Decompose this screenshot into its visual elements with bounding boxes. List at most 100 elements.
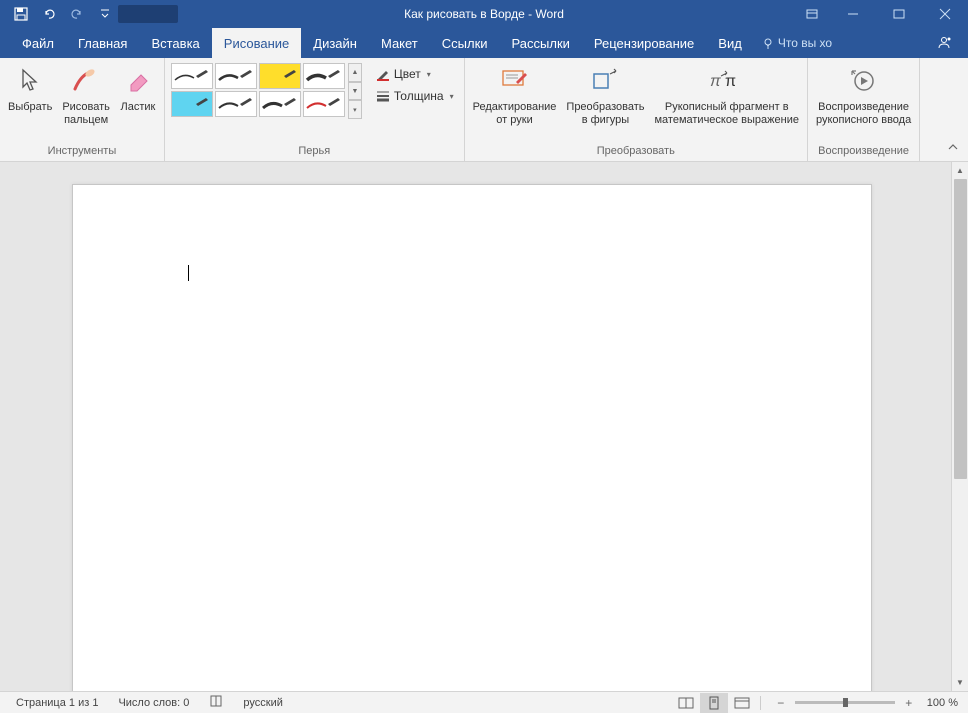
zoom-slider[interactable] (795, 701, 895, 704)
group-replay: Воспроизведение рукописного ввода Воспро… (808, 58, 920, 161)
zoom-out-button[interactable]: − (773, 695, 789, 711)
zoom-slider-thumb[interactable] (843, 698, 848, 707)
user-badge[interactable] (118, 5, 178, 23)
ink-to-shape-button[interactable]: Преобразовать в фигуры (562, 61, 648, 129)
tab-design[interactable]: Дизайн (301, 28, 369, 58)
window-title: Как рисовать в Ворде - Word (404, 7, 564, 21)
select-button[interactable]: Выбрать (4, 61, 56, 116)
box-icon (806, 8, 818, 20)
text-cursor (188, 265, 189, 281)
gallery-more-button[interactable]: ▾ (348, 100, 362, 119)
language-indicator[interactable]: русский (233, 697, 292, 709)
finger-draw-icon (72, 67, 100, 95)
gallery-down-button[interactable]: ▼ (348, 82, 362, 101)
tab-layout[interactable]: Макет (369, 28, 430, 58)
ink-to-shape-icon (590, 68, 620, 94)
tab-review[interactable]: Рецензирование (582, 28, 706, 58)
eraser-label: Ластик (120, 101, 155, 114)
tab-insert[interactable]: Вставка (139, 28, 211, 58)
tab-references[interactable]: Ссылки (430, 28, 500, 58)
close-button[interactable] (922, 0, 968, 28)
zoom-control: − + 100 % (773, 695, 962, 711)
tab-mailings[interactable]: Рассылки (500, 28, 582, 58)
minimize-button[interactable] (830, 0, 876, 28)
share-icon (936, 35, 952, 51)
pen-item-8[interactable] (303, 91, 345, 117)
gallery-scroll: ▲ ▼ ▾ (348, 63, 362, 119)
pen-item-7[interactable] (259, 91, 301, 117)
web-layout-button[interactable] (728, 693, 756, 713)
group-tools-label: Инструменты (48, 145, 117, 159)
save-icon (14, 7, 28, 21)
group-pens: ▲ ▼ ▾ Цвет ▾ Толщина ▾ Перья (165, 58, 465, 161)
maximize-button[interactable] (876, 0, 922, 28)
pen-color-button[interactable]: Цвет ▾ (370, 63, 460, 85)
pen-thickness-button[interactable]: Толщина ▾ (370, 85, 460, 107)
chevron-up-icon (948, 142, 958, 152)
ink-to-math-icon: ππ (707, 68, 747, 94)
chevron-down-icon (100, 9, 110, 19)
ink-editor-icon (500, 68, 530, 94)
gallery-up-button[interactable]: ▲ (348, 63, 362, 82)
zoom-level[interactable]: 100 % (923, 697, 962, 709)
redo-button[interactable] (64, 2, 90, 26)
pen-item-4[interactable] (303, 63, 345, 89)
print-layout-button[interactable] (700, 693, 728, 713)
tell-me-search[interactable]: Что вы хо (762, 28, 832, 58)
print-layout-icon (707, 696, 721, 710)
quick-access-toolbar (0, 2, 118, 26)
scroll-up-button[interactable]: ▲ (952, 162, 968, 179)
pen-color-label: Цвет (394, 67, 421, 81)
ribbon-display-button[interactable] (794, 0, 830, 28)
book-icon (209, 694, 223, 708)
tab-view[interactable]: Вид (706, 28, 754, 58)
share-button[interactable] (920, 28, 968, 58)
pen-item-1[interactable] (171, 63, 213, 89)
redo-icon (70, 7, 84, 21)
spellcheck-button[interactable] (199, 694, 233, 711)
view-mode-buttons (672, 693, 756, 713)
ink-replay-button[interactable]: Воспроизведение рукописного ввода (812, 61, 915, 129)
ink-editor-label: Редактирование от руки (473, 101, 557, 127)
group-tools: Выбрать Рисовать пальцем Ластик Инструме… (0, 58, 165, 161)
svg-text:π: π (710, 73, 721, 90)
tab-draw[interactable]: Рисование (212, 28, 301, 58)
vertical-scrollbar[interactable]: ▲ ▼ (951, 162, 968, 691)
pen-item-2[interactable] (215, 63, 257, 89)
pen-thickness-label: Толщина (394, 89, 444, 103)
chevron-down-icon: ▾ (450, 92, 454, 101)
titlebar: Как рисовать в Ворде - Word (0, 0, 968, 28)
ink-to-math-button[interactable]: ππ Рукописный фрагмент в математическое … (650, 61, 802, 129)
select-label: Выбрать (8, 101, 52, 114)
tab-home[interactable]: Главная (66, 28, 139, 58)
page-indicator[interactable]: Страница 1 из 1 (6, 697, 108, 709)
pen-item-5[interactable] (171, 91, 213, 117)
read-mode-button[interactable] (672, 693, 700, 713)
collapse-ribbon-button[interactable] (944, 140, 962, 157)
pen-item-3[interactable] (259, 63, 301, 89)
ink-editor-button[interactable]: Редактирование от руки (469, 61, 561, 129)
ink-replay-label: Воспроизведение рукописного ввода (816, 101, 911, 127)
save-button[interactable] (8, 2, 34, 26)
draw-finger-label: Рисовать пальцем (62, 101, 110, 127)
eraser-button[interactable]: Ластик (116, 61, 160, 116)
scroll-thumb[interactable] (954, 179, 967, 479)
ink-to-math-label: Рукописный фрагмент в математическое выр… (654, 101, 798, 127)
group-convert-label: Преобразовать (597, 145, 675, 159)
thickness-icon (376, 89, 390, 103)
undo-button[interactable] (36, 2, 62, 26)
document-page[interactable] (72, 184, 872, 691)
qat-customize-button[interactable] (92, 2, 118, 26)
arrow-cursor-icon (18, 67, 42, 95)
tab-file[interactable]: Файл (10, 28, 66, 58)
zoom-in-button[interactable]: + (901, 695, 917, 711)
svg-text:π: π (725, 73, 736, 90)
pen-color-icon (376, 67, 390, 81)
read-mode-icon (678, 697, 694, 709)
word-count[interactable]: Число слов: 0 (108, 697, 199, 709)
close-icon (939, 8, 951, 20)
web-layout-icon (734, 697, 750, 709)
pen-item-6[interactable] (215, 91, 257, 117)
scroll-down-button[interactable]: ▼ (952, 674, 968, 691)
draw-finger-button[interactable]: Рисовать пальцем (58, 61, 114, 129)
